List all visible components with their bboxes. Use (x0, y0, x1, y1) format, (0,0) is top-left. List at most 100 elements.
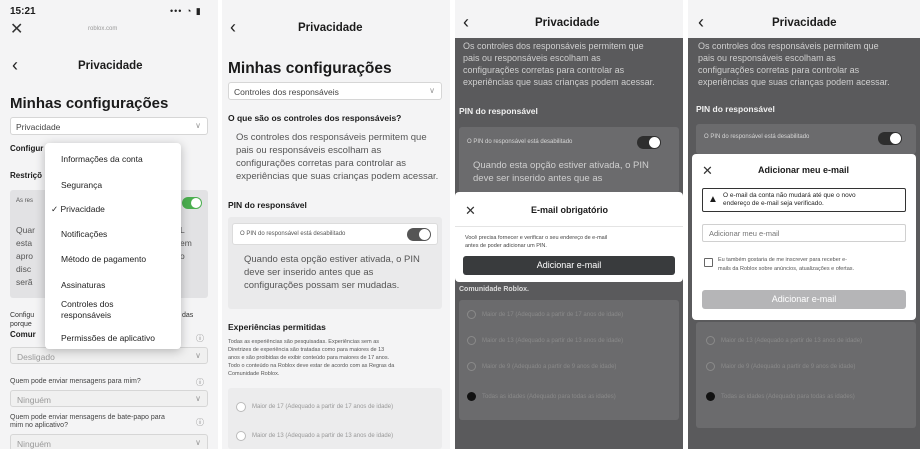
config-partial-2: porque (10, 321, 32, 328)
nav-title: Privacidade (298, 22, 363, 34)
add-email-modal: ✕ Adicionar meu e-mail ▲ O e-mail da con… (692, 154, 916, 320)
messages-select[interactable]: Ninguém ∨ (10, 390, 208, 407)
pin-card: O PIN do responsável está desabilitado Q… (228, 217, 442, 309)
select-value: Privacidade (16, 122, 61, 132)
newsletter-checkbox[interactable] (704, 258, 713, 267)
select-value: Controles dos responsáveis (234, 87, 339, 97)
back-chevron-icon[interactable]: ‹ (12, 56, 18, 74)
back-chevron-icon[interactable]: ‹ (230, 18, 236, 36)
pin-status: O PIN do responsável está desabilitado (467, 139, 573, 145)
radio-icon[interactable] (467, 362, 476, 371)
section-what-are-controls: O que são os controles dos responsáveis? (228, 113, 402, 123)
option-9plus[interactable]: Maior de 9 (Adequado a partir de 9 anos … (706, 362, 855, 371)
modal-title: Adicionar meu e-mail (758, 165, 850, 175)
option-13plus[interactable]: Maior de 13 (Adequado a partir de 13 ano… (706, 336, 862, 345)
modal-body: Você precisa fornecer e verificar o seu … (465, 235, 608, 249)
close-icon[interactable]: ✕ (465, 204, 476, 217)
close-icon[interactable]: ✕ (10, 22, 23, 38)
option-all-ages[interactable]: Todas as idades (Adequado para todas as … (706, 392, 855, 401)
radio-icon[interactable] (236, 431, 246, 441)
radio-icon[interactable] (467, 336, 476, 345)
chevron-down-icon: ∨ (195, 121, 201, 131)
menu-item-parental-controls[interactable]: Controles dos responsáveis (45, 299, 181, 321)
option-9plus[interactable]: Maior de 9 (Adequado a partir de 9 anos … (467, 362, 616, 371)
option-13plus[interactable]: Maior de 13 (Adequado a partir de 13 ano… (236, 431, 393, 441)
help-icon[interactable]: ⓘ (196, 417, 204, 428)
menu-item-notifications[interactable]: Notificações (45, 229, 181, 239)
warning-text: O e-mail da conta não mudará até que o n… (723, 192, 856, 207)
email-input[interactable] (702, 224, 906, 242)
menu-item-security[interactable]: Segurança (45, 180, 181, 190)
radio-selected-icon[interactable] (467, 392, 476, 401)
menu-item-subscriptions[interactable]: Assinaturas (45, 280, 181, 290)
warning-banner: ▲ O e-mail da conta não mudará até que o… (702, 188, 906, 212)
menu-item-payment-method[interactable]: Método de pagamento (45, 254, 181, 264)
config-partial: Configu (10, 312, 35, 319)
option-all-ages[interactable]: Todas as idades (Adequado para todas as … (467, 392, 616, 401)
radio-icon[interactable] (467, 310, 476, 319)
option-13plus[interactable]: Maior de 13 (Adequado a partir de 13 ano… (467, 336, 623, 345)
experiences-options: Maior de 17 (Adequado a partir de 17 ano… (459, 300, 679, 420)
restriction-toggle[interactable] (182, 197, 202, 209)
experiences-options: Maior de 13 (Adequado a partir de 13 ano… (696, 322, 916, 428)
pin-card: O PIN do responsável está desabilitado Q… (459, 127, 679, 193)
pin-row: O PIN do responsável está desabilitado (232, 223, 438, 245)
restriction-para-right: L em o (180, 225, 192, 261)
page-title: Minhas configurações (228, 60, 392, 77)
add-email-button[interactable]: Adicionar e-mail (463, 256, 675, 275)
divider (455, 226, 683, 227)
pin-status: O PIN do responsável está desabilitado (240, 231, 346, 237)
question-messages: Quem pode enviar mensagens para mim? (10, 378, 141, 385)
pin-description: Quando esta opção estiver ativada, o PIN… (473, 160, 649, 184)
help-icon[interactable]: ⓘ (196, 333, 204, 344)
section-parent-pin: PIN do responsável (228, 200, 307, 210)
back-chevron-icon[interactable]: ‹ (698, 13, 704, 31)
question-chat: Quem pode enviar mensagens de bate-papo … (10, 414, 165, 429)
menu-item-account-info[interactable]: Informações da conta (45, 154, 181, 164)
nav-title: Privacidade (772, 17, 837, 29)
chat-select[interactable]: Ninguém ∨ (10, 434, 208, 449)
controls-description: Os controles dos responsáveis permitem q… (698, 41, 890, 87)
pin-description: Quando esta opção estiver ativada, o PIN… (244, 254, 420, 291)
warning-icon: ▲ (708, 194, 718, 205)
config-right-partial: das (182, 312, 194, 319)
status-icons: ••• ◔ ▮ (170, 6, 202, 16)
settings-section-select[interactable]: Controles dos responsáveis ∨ (228, 82, 442, 100)
menu-item-app-permissions[interactable]: Permissões de aplicativo (45, 333, 181, 343)
modal-title: E-mail obrigatório (531, 205, 609, 215)
page-title: Minhas configurações (10, 95, 169, 112)
radio-icon[interactable] (706, 362, 715, 371)
close-icon[interactable]: ✕ (702, 164, 713, 177)
status-time: 15:21 (10, 6, 36, 17)
config-label-partial: Configur (10, 144, 44, 153)
section-parent-pin: PIN do responsável (459, 106, 538, 116)
pin-toggle[interactable] (637, 136, 661, 149)
pin-toggle[interactable] (407, 228, 431, 241)
email-required-modal: ✕ E-mail obrigatório Você precisa fornec… (455, 192, 683, 282)
nav-title: Privacidade (78, 60, 143, 72)
nav-title: Privacidade (535, 17, 600, 29)
radio-selected-icon[interactable] (706, 392, 715, 401)
panel-email-required-modal: ‹ Privacidade Os controles dos responsáv… (455, 0, 683, 449)
desligado-select[interactable]: Desligado ∨ (10, 347, 208, 364)
back-chevron-icon[interactable]: ‹ (463, 13, 469, 31)
comunicacao-partial: Comur (10, 330, 36, 339)
settings-section-select[interactable]: Privacidade ∨ (10, 117, 208, 135)
community-label: Comunidade Roblox. (459, 286, 529, 293)
option-17plus[interactable]: Maior de 17 (Adequado a partir de 17 ano… (467, 310, 623, 319)
menu-item-privacy[interactable]: ✓ Privacidade (45, 204, 181, 215)
section-parent-pin: PIN do responsável (696, 104, 775, 114)
controls-description: Os controles dos responsáveis permitem q… (463, 41, 655, 87)
pin-toggle[interactable] (878, 132, 902, 145)
chevron-down-icon: ∨ (195, 437, 201, 447)
option-17plus[interactable]: Maior de 17 (Adequado a partir de 17 ano… (236, 402, 393, 412)
panel-privacy-menu-open: 15:21 ••• ◔ ▮ ✕ roblox.com ‹ Privacidade… (0, 0, 218, 449)
select-value: Desligado (17, 352, 55, 362)
panel-parental-controls: ‹ Privacidade Minhas configurações Contr… (222, 0, 450, 449)
url-text: roblox.com (88, 26, 118, 32)
help-icon[interactable]: ⓘ (196, 377, 204, 388)
radio-icon[interactable] (236, 402, 246, 412)
newsletter-label: Eu também gostaria de me inscrever para … (718, 257, 855, 272)
radio-icon[interactable] (706, 336, 715, 345)
add-email-button[interactable]: Adicionar e-mail (702, 290, 906, 309)
